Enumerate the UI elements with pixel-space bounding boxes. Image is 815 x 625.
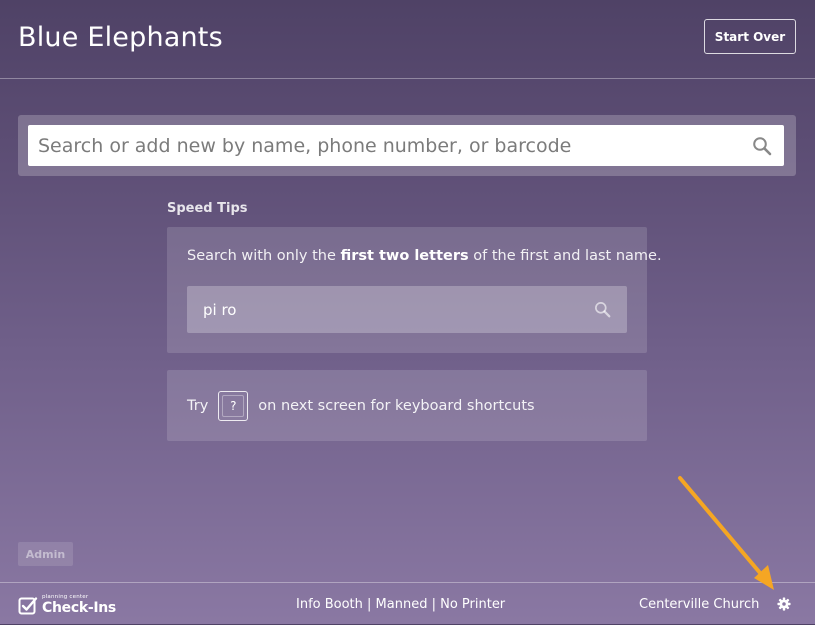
tip-card-shortcuts: Try ? on next screen for keyboard shortc…: [167, 370, 647, 441]
check-ins-logo: planning center Check-Ins: [18, 594, 118, 618]
search-icon: [595, 302, 611, 318]
tip-text: Try ? on next screen for keyboard shortc…: [187, 390, 535, 422]
start-over-button[interactable]: Start Over: [704, 19, 796, 54]
station-status: Info Booth | Manned | No Printer: [296, 597, 506, 612]
page-title: Blue Elephants: [18, 22, 223, 53]
example-search-box: pi ro: [187, 286, 627, 333]
tip-highlight: first two letters: [340, 248, 469, 264]
search-input[interactable]: [28, 125, 728, 166]
checkbox-logo-icon: [18, 597, 38, 615]
speed-tips-heading: Speed Tips: [167, 201, 248, 216]
annotation-arrow: [678, 476, 774, 590]
search-panel: [18, 115, 796, 176]
tip-card-search: Search with only the first two letters o…: [167, 227, 662, 353]
search-icon[interactable]: [752, 136, 772, 156]
admin-button[interactable]: Admin: [18, 542, 73, 566]
gear-icon[interactable]: [777, 597, 791, 611]
header-bar: Blue Elephants Start Over: [0, 0, 815, 79]
logo-wordmark: Check-Ins: [42, 600, 116, 616]
tip-text: Search with only the first two letters o…: [187, 248, 662, 264]
search-box: [28, 125, 784, 166]
keyboard-key: ?: [218, 391, 249, 421]
example-query: pi ro: [203, 301, 237, 319]
church-name: Centerville Church: [639, 597, 760, 612]
